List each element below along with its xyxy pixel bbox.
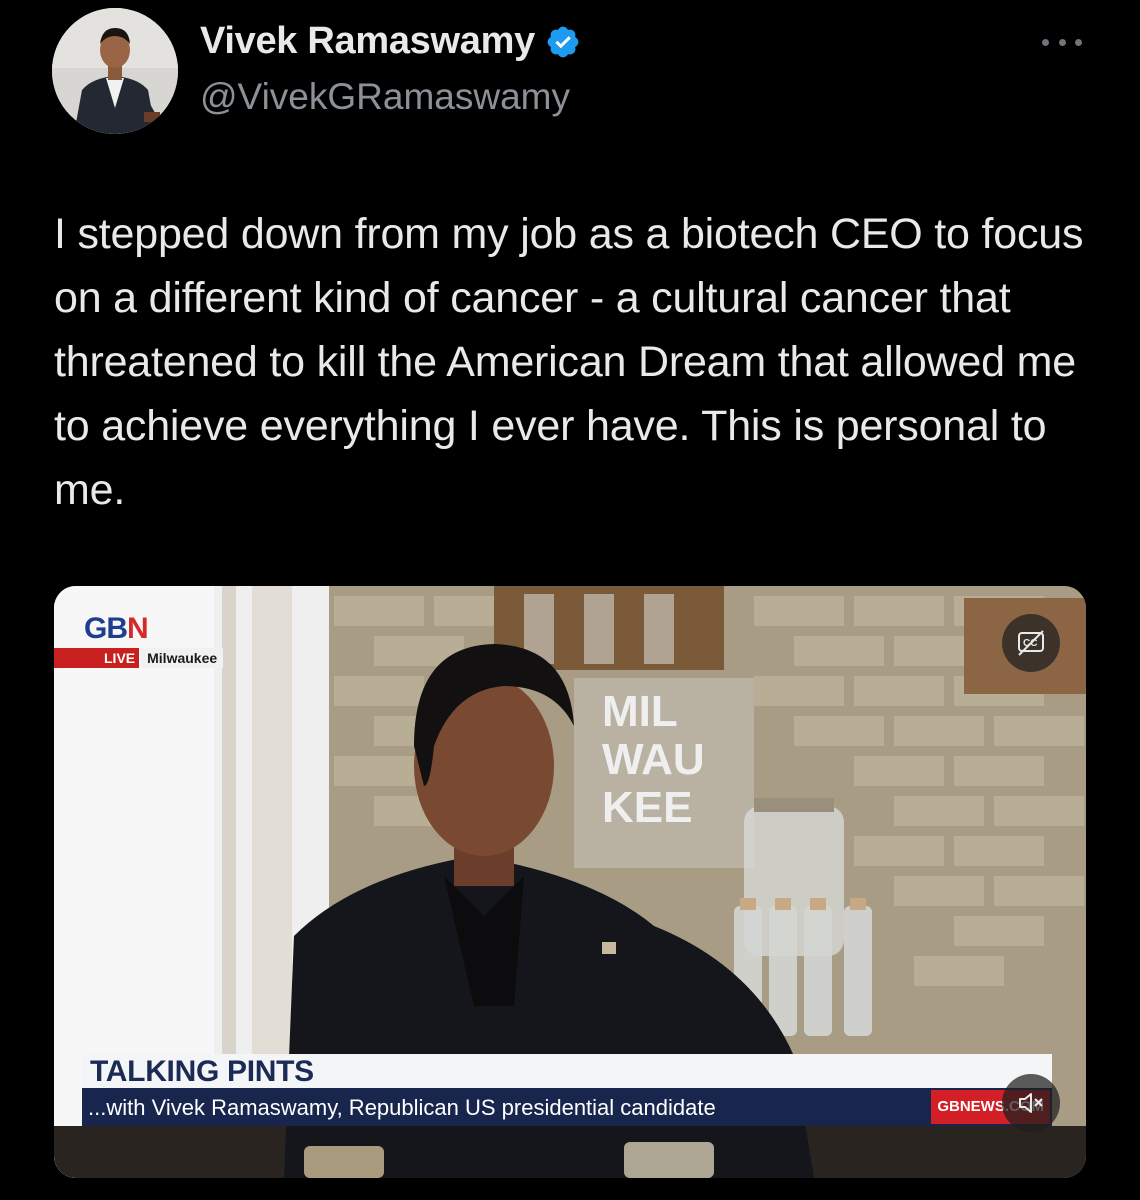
author-name-row: Vivek Ramaswamy xyxy=(200,20,581,63)
speaker-muted-icon[interactable] xyxy=(1002,1074,1060,1132)
author-display-name[interactable]: Vivek Ramaswamy xyxy=(200,20,535,63)
verified-badge-icon xyxy=(547,26,579,57)
tweet-card: Vivek Ramaswamy @VivekGRamaswamy I stepp… xyxy=(0,0,1140,1200)
sign-line-3: KEE xyxy=(602,783,692,832)
author-avatar[interactable] xyxy=(52,8,178,134)
live-strip: LIVE Milwaukee xyxy=(54,648,224,668)
author-handle[interactable]: @VivekGRamaswamy xyxy=(200,76,570,118)
avatar-photo xyxy=(52,8,178,134)
gbn-channel-logo: GBN xyxy=(84,612,149,645)
lower-third-subtitle-bar: ...with Vivek Ramaswamy, Republican US p… xyxy=(82,1088,1052,1126)
captions-glyph: CC xyxy=(1018,630,1044,656)
sign-line-2: WAU xyxy=(602,735,705,784)
lower-third-title-bar: TALKING PINTS xyxy=(82,1054,1052,1088)
video-player[interactable]: MIL WAU KEE GBN LIVE Milwaukee TALKING P… xyxy=(54,586,1086,1178)
live-location: Milwaukee xyxy=(141,648,224,668)
more-options-icon[interactable] xyxy=(1042,30,1082,54)
sign-line-1: MIL xyxy=(602,687,678,736)
lower-third-title: TALKING PINTS xyxy=(90,1055,314,1088)
lower-third-subtitle: ...with Vivek Ramaswamy, Republican US p… xyxy=(88,1095,716,1120)
mute-glyph xyxy=(1019,1093,1043,1113)
closed-captions-icon[interactable]: CC xyxy=(1002,614,1060,672)
live-label: LIVE xyxy=(98,648,140,668)
tweet-text: I stepped down from my job as a biotech … xyxy=(54,210,1084,514)
